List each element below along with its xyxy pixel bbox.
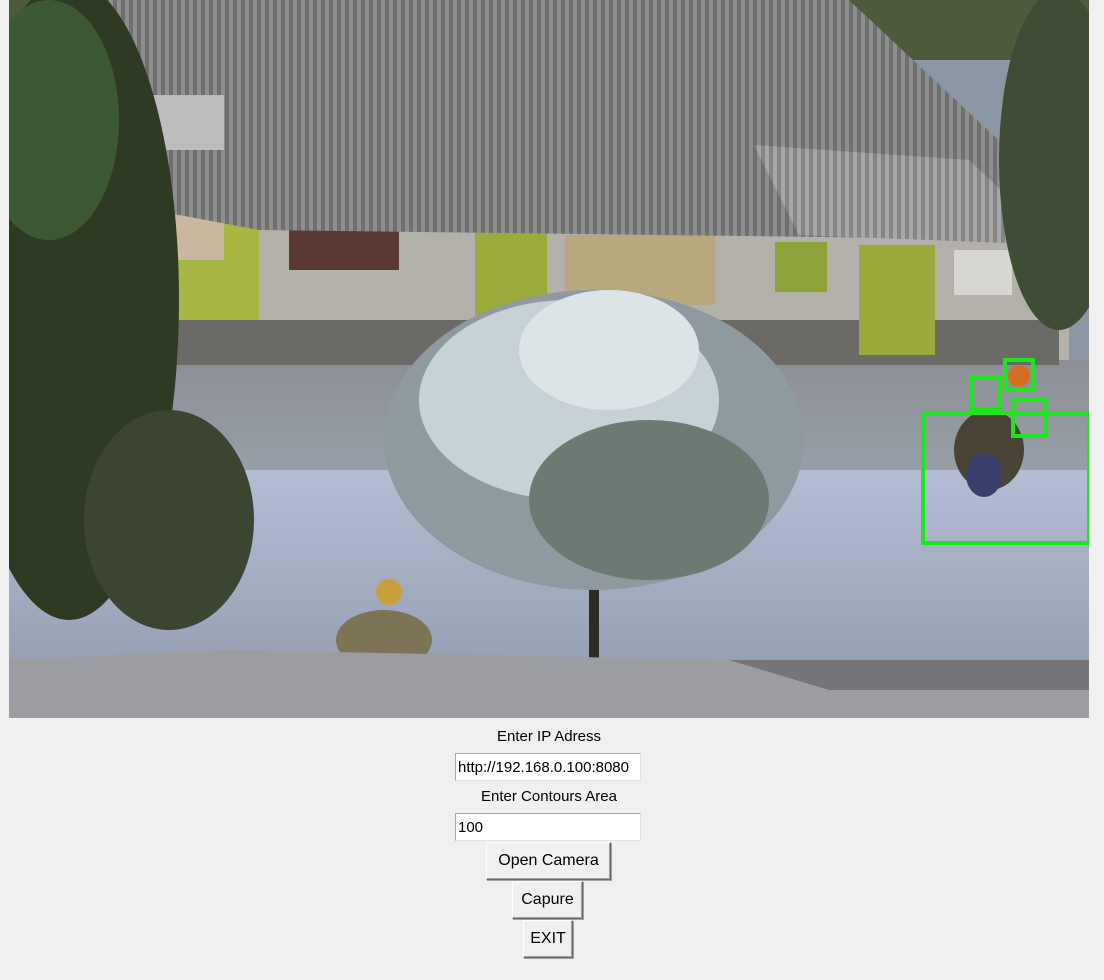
ip-address-label: Enter IP Adress (497, 728, 601, 745)
ip-address-input[interactable] (455, 753, 641, 781)
app-window: Enter IP Adress Enter Contours Area Open… (0, 0, 1104, 980)
open-camera-button[interactable]: Open Camera (486, 842, 611, 880)
contour-area-label: Enter Contours Area (481, 788, 617, 805)
control-panel: Enter IP Adress Enter Contours Area Open… (0, 718, 1104, 980)
exit-button[interactable]: EXIT (523, 920, 573, 958)
camera-frame (9, 0, 1089, 718)
camera-feed-image (9, 0, 1089, 718)
capture-button[interactable]: Capure (512, 881, 583, 919)
contour-area-input[interactable] (455, 813, 641, 841)
